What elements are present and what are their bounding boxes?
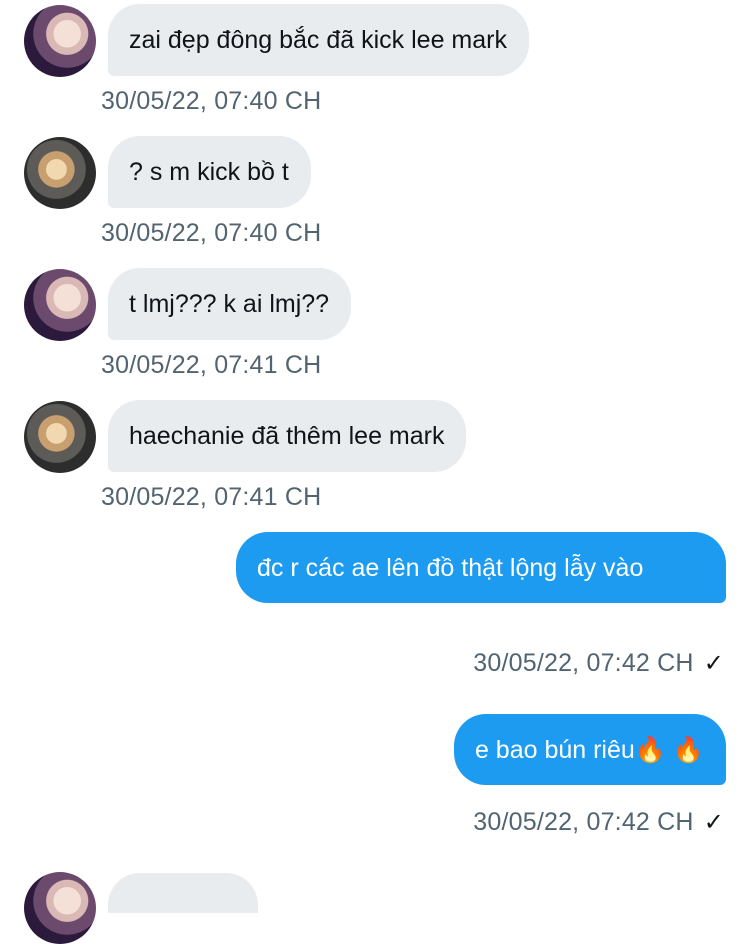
message-text: ? s m kick bồ t <box>129 158 289 186</box>
message-timestamp: 30/05/22, 07:41 CH <box>101 483 322 511</box>
message-bubble-incoming[interactable]: zai đẹp đông bắc đã kick lee mark <box>108 4 529 76</box>
message-timestamp: 30/05/22, 07:40 CH <box>101 87 322 115</box>
message-bubble-incoming[interactable] <box>108 873 258 913</box>
message-bubble-incoming[interactable]: haechanie đã thêm lee mark <box>108 400 467 472</box>
message-bubble-incoming[interactable]: t lmj??? k ai lmj?? <box>108 268 352 340</box>
message-text: haechanie đã thêm lee mark <box>129 422 445 450</box>
message-text: zai đẹp đông bắc đã kick lee mark <box>129 26 507 54</box>
sender-avatar[interactable] <box>24 5 96 77</box>
message-timestamp-row: 30/05/22, 07:42 CH ✓ <box>473 808 724 837</box>
sender-avatar[interactable] <box>24 401 96 473</box>
sender-avatar[interactable] <box>24 269 96 341</box>
sent-check-icon: ✓ <box>703 809 724 836</box>
message-timestamp: 30/05/22, 07:42 CH <box>473 649 694 677</box>
sender-avatar[interactable] <box>24 137 96 209</box>
message-timestamp: 30/05/22, 07:42 CH <box>473 808 694 836</box>
sender-avatar[interactable] <box>24 872 96 944</box>
message-text: e bao bún riêu🔥 🔥 <box>474 736 704 764</box>
message-timestamp: 30/05/22, 07:41 CH <box>101 351 322 379</box>
message-bubble-outgoing[interactable]: e bao bún riêu🔥 🔥 <box>453 714 726 785</box>
message-timestamp: 30/05/22, 07:40 CH <box>101 219 322 247</box>
message-text: đc r các ae lên đồ thật lộng lẫy vào <box>257 554 644 582</box>
message-bubble-outgoing[interactable]: đc r các ae lên đồ thật lộng lẫy vào <box>236 532 726 603</box>
message-text: t lmj??? k ai lmj?? <box>129 290 330 318</box>
message-timestamp-row: 30/05/22, 07:42 CH ✓ <box>473 649 724 678</box>
message-bubble-incoming[interactable]: ? s m kick bồ t <box>108 136 311 208</box>
sent-check-icon: ✓ <box>703 650 724 677</box>
